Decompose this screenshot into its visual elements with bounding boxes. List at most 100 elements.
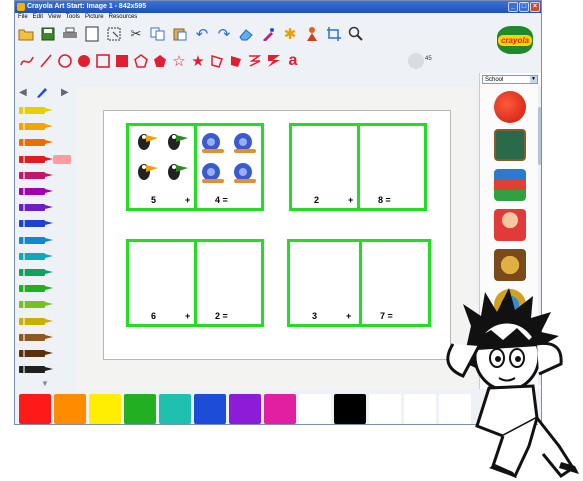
redo-icon[interactable]: ↷ [215,25,233,43]
circle-filled-icon[interactable] [76,53,92,69]
menu-resources[interactable]: Resources [109,13,138,22]
crayon-color[interactable] [17,202,69,213]
category-select[interactable]: School ▼ [482,75,538,84]
crayon-color[interactable] [17,283,69,294]
left-addend: 5 [151,195,157,205]
crayon-palette: ◀ ▶ ▼ [17,85,75,388]
menu-file[interactable]: File [18,13,28,22]
crayon-color[interactable] [17,121,69,132]
folder-open-icon[interactable] [17,25,35,43]
kid-mascot [446,288,579,479]
right-addend: 4 = [215,195,228,205]
mask-sticker-thumb[interactable] [494,249,526,281]
curve-icon[interactable] [19,53,35,69]
right-addend: 7 = [380,311,393,321]
crayon-color[interactable] [17,332,69,343]
stick-figure-icon[interactable] [303,25,321,43]
minimize-button[interactable]: _ [508,2,518,12]
stamp-icon[interactable]: ✱ [281,25,299,43]
color-swatch[interactable] [334,394,366,424]
title-bar: Crayola Art Start: Image 1 - 842x595 _ □… [15,1,541,13]
toucan-stickers [138,134,188,180]
new-page-icon[interactable] [83,25,101,43]
left-addend: 6 [151,311,157,321]
copy-icon[interactable] [149,25,167,43]
menu-tools[interactable]: Tools [66,13,80,22]
crayon-color[interactable] [17,235,69,246]
chevron-down-icon[interactable]: ▼ [530,76,537,83]
crayon-color[interactable] [17,316,69,327]
books-sticker-thumb[interactable] [494,169,526,201]
crayon-color[interactable] [17,186,69,197]
close-button[interactable]: × [530,2,540,12]
crayon-color[interactable] [17,170,69,181]
color-swatch[interactable] [54,394,86,424]
color-swatch[interactable] [229,394,261,424]
menu-view[interactable]: View [48,13,61,22]
text-icon[interactable]: a [285,52,301,69]
crayon-color[interactable] [17,154,71,165]
star-outline-icon[interactable]: ☆ [171,53,187,70]
color-swatch[interactable] [124,394,156,424]
menu-edit[interactable]: Edit [33,13,43,22]
color-swatch[interactable] [369,394,401,424]
left-addend: 3 [312,311,318,321]
plus-sign: + [348,195,354,205]
maximize-button[interactable]: □ [519,2,529,12]
right-addend: 2 = [215,311,228,321]
crayon-color[interactable] [17,364,69,375]
crop-icon[interactable] [325,25,343,43]
color-swatch[interactable] [404,394,436,424]
dropper-icon[interactable] [259,25,277,43]
select-icon[interactable] [105,25,123,43]
color-swatch[interactable] [264,394,296,424]
print-icon[interactable] [61,25,79,43]
crayon-color[interactable] [17,137,69,148]
zigzag-filled-icon[interactable] [266,53,282,69]
color-swatch[interactable] [89,394,121,424]
zigzag-outline-icon[interactable] [247,53,263,69]
freeform-outline-icon[interactable] [209,53,225,69]
color-swatch[interactable] [299,394,331,424]
color-swatch[interactable] [194,394,226,424]
problem-box: 6 + 2 = [126,239,264,327]
problem-box: 5 + 4 = [126,123,264,211]
app-icon [17,3,25,11]
crayon-color[interactable] [17,267,69,278]
undo-icon[interactable]: ↶ [193,25,211,43]
color-swatch[interactable] [159,394,191,424]
brush-tool-icon[interactable] [35,85,49,99]
size-dial[interactable] [408,53,424,69]
crayon-color[interactable] [17,251,69,262]
line-icon[interactable] [38,53,54,69]
pentagon-outline-icon[interactable] [133,53,149,69]
pentagon-filled-icon[interactable] [152,53,168,69]
menu-bar: File Edit View Tools Picture Resources [15,13,541,22]
crayon-color[interactable] [17,218,69,229]
eraser-icon[interactable] [237,25,255,43]
plus-sign: + [185,195,191,205]
square-filled-icon[interactable] [114,53,130,69]
circle-outline-icon[interactable] [57,53,73,69]
palette-prev-icon[interactable]: ◀ [19,87,27,98]
paste-icon[interactable] [171,25,189,43]
drawing-page[interactable]: 5 + 4 = 2 + 8 = 6 + 2 = 3 + 7 = [103,110,451,360]
star-filled-icon[interactable]: ★ [190,53,206,70]
crayon-color[interactable] [17,105,69,116]
palette-next-icon[interactable]: ▶ [61,87,69,98]
cut-icon[interactable]: ✂ [127,25,145,43]
palette-scroll-down-icon[interactable]: ▼ [41,379,49,388]
shape-toolbar: ☆ ★ a [19,50,301,72]
save-icon[interactable] [39,25,57,43]
student-sticker-thumb[interactable] [494,209,526,241]
apple-sticker-thumb[interactable] [494,91,526,123]
crayon-color[interactable] [17,299,69,310]
square-outline-icon[interactable] [95,53,111,69]
menu-picture[interactable]: Picture [85,13,104,22]
crayon-color[interactable] [17,348,69,359]
zoom-icon[interactable] [347,25,365,43]
problem-box: 2 + 8 = [289,123,427,211]
chalkboard-sticker-thumb[interactable] [494,129,526,161]
color-swatch[interactable] [19,394,51,424]
freeform-filled-icon[interactable] [228,53,244,69]
